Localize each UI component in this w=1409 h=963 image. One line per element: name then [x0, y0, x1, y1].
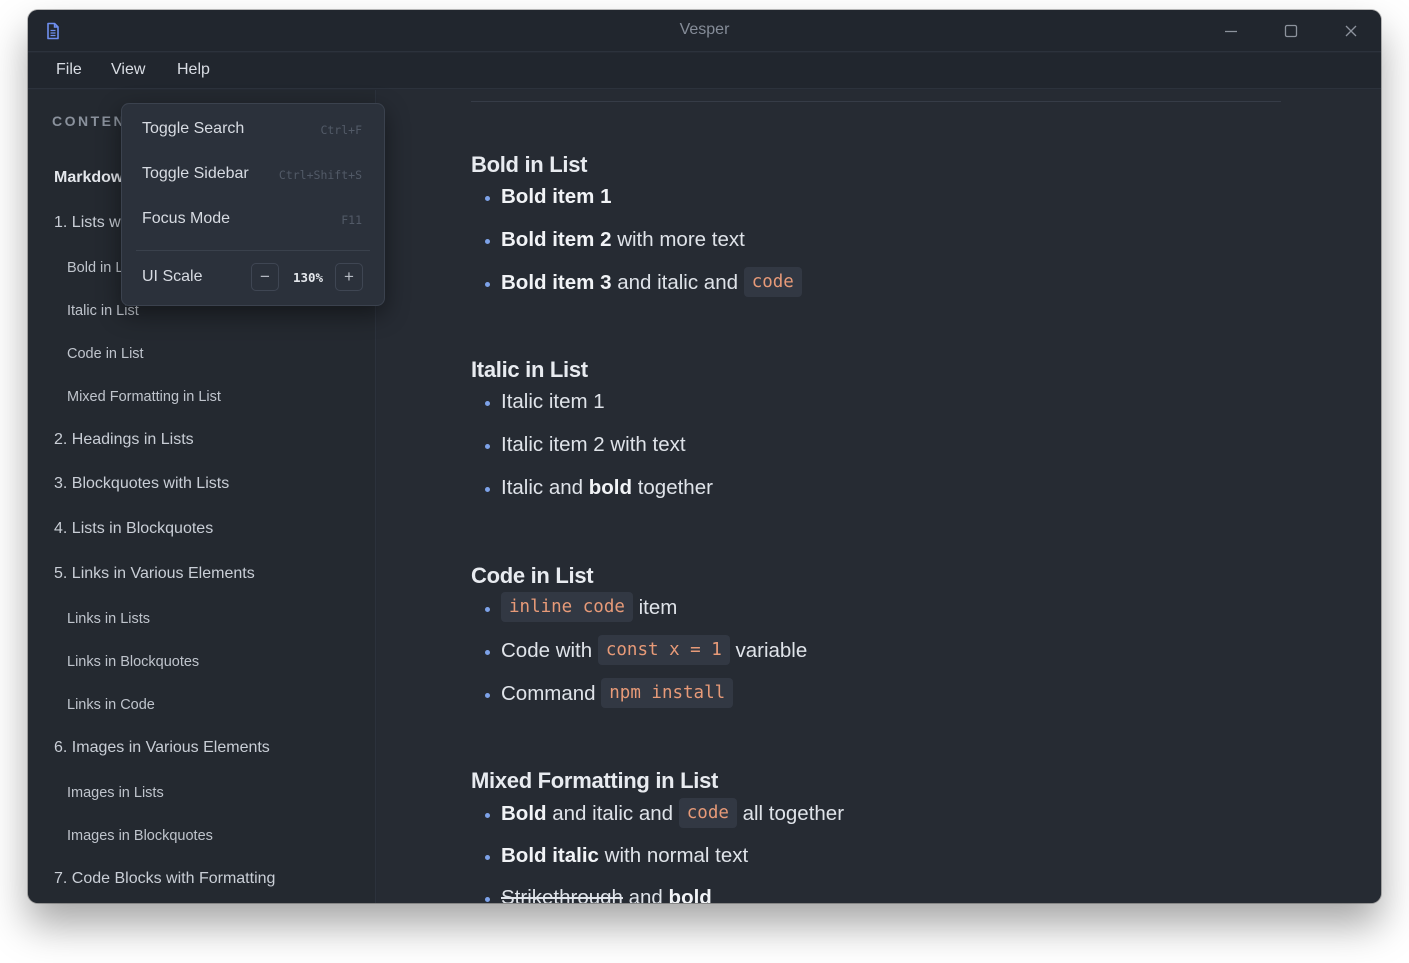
- list-item: Italic and bold together: [485, 471, 713, 505]
- list-item: Code with const x = 1 variable: [484, 634, 808, 668]
- list-item: Bold and italic and code all together: [484, 797, 845, 831]
- item-text: together: [632, 476, 713, 499]
- toc-item[interactable]: Links in Blockquotes: [67, 654, 199, 670]
- inline-code: inline code: [501, 591, 633, 622]
- item-text: Command: [501, 682, 602, 705]
- close-icon[interactable]: [1342, 22, 1360, 40]
- toc-item[interactable]: 7. Code Blocks with Formatting: [54, 870, 275, 888]
- item-text: and italic and: [611, 271, 744, 294]
- horizontal-rule: [471, 101, 1281, 102]
- menu-help[interactable]: Help: [177, 61, 210, 79]
- item-text: Italic item 1: [501, 390, 605, 413]
- bold-text: bold: [588, 476, 633, 499]
- item-text: with more text: [611, 228, 745, 251]
- toc-item[interactable]: Links in Code: [67, 697, 155, 713]
- section-heading: Mixed Formatting in List: [471, 768, 719, 793]
- ui-scale-decrease-button[interactable]: −: [251, 263, 279, 291]
- section-heading: Code in List: [471, 563, 594, 588]
- inline-code: npm install: [601, 677, 734, 708]
- item-text: and italic and: [546, 802, 679, 825]
- shortcut-hint: Ctrl+F: [320, 123, 362, 137]
- list-item: Italic item 1: [485, 385, 605, 419]
- menu-divider: [136, 250, 370, 251]
- item-text: Italic item 2 with text: [501, 433, 686, 456]
- view-menu-dropdown: Toggle Search Ctrl+F Toggle Sidebar Ctrl…: [121, 103, 385, 306]
- bold-text: Bold italic: [501, 844, 599, 867]
- strikethrough-text: Strikethrough: [501, 886, 623, 903]
- list-item: Bold item 3 and italic and code: [485, 266, 802, 300]
- menu-file[interactable]: File: [56, 61, 82, 79]
- bold-text: Bold item 3: [501, 271, 612, 294]
- inline-code: const x = 1: [597, 634, 730, 665]
- shortcut-hint: Ctrl+Shift+S: [278, 168, 362, 182]
- item-text: item: [632, 596, 678, 619]
- inline-code: code: [743, 266, 802, 297]
- bold-text: Bold: [501, 802, 547, 825]
- toc-item[interactable]: 2. Headings in Lists: [54, 431, 194, 449]
- ui-scale-value: 130%: [292, 270, 324, 285]
- toc-item[interactable]: 5. Links in Various Elements: [54, 565, 255, 583]
- minimize-icon[interactable]: [1222, 22, 1240, 40]
- item-text: variable: [729, 639, 808, 662]
- window-title: Vesper: [679, 21, 730, 38]
- toc-item[interactable]: Code in List: [67, 346, 144, 362]
- toc-item[interactable]: 3. Blockquotes with Lists: [54, 475, 229, 493]
- ui-scale-increase-button[interactable]: +: [335, 263, 363, 291]
- section-heading: Bold in List: [471, 152, 588, 177]
- ui-scale-label: UI Scale: [142, 268, 203, 285]
- document-content[interactable]: Bold in List Bold item 1 Bold item 2 wit…: [377, 90, 1381, 903]
- list-item: Italic item 2 with text: [485, 428, 686, 462]
- toc-item[interactable]: Mixed Formatting in List: [67, 389, 221, 405]
- item-text: with normal text: [598, 844, 749, 867]
- inline-code: code: [678, 797, 737, 828]
- menu-item-toggle-search[interactable]: Toggle Search Ctrl+F: [122, 111, 384, 149]
- item-text: and: [622, 886, 669, 903]
- menu-item-label: Toggle Search: [142, 120, 245, 137]
- menu-item-label: Focus Mode: [142, 210, 231, 227]
- bold-text: bold: [668, 886, 712, 903]
- list-item: Bold italic with normal text: [484, 839, 749, 873]
- menu-view[interactable]: View: [111, 61, 145, 79]
- menu-item-toggle-sidebar[interactable]: Toggle Sidebar Ctrl+Shift+S: [122, 156, 384, 194]
- list-item: Strikethrough and bold: [485, 881, 712, 903]
- item-text: Code with: [501, 639, 598, 662]
- section-heading: Italic in List: [471, 357, 588, 382]
- list-item: Bold item 1: [485, 180, 612, 214]
- bold-text: Bold item 2: [501, 228, 612, 251]
- toc-item[interactable]: Links in Lists: [67, 611, 150, 627]
- bold-text: Bold item 1: [501, 185, 612, 208]
- list-item: inline code item: [484, 591, 678, 625]
- list-item: Command npm install: [484, 677, 734, 711]
- toc-item[interactable]: Images in Lists: [67, 785, 164, 801]
- toc-item[interactable]: Images in Blockquotes: [67, 828, 213, 844]
- menu-item-focus-mode[interactable]: Focus Mode F11: [122, 201, 384, 239]
- item-text: Italic and: [501, 476, 589, 499]
- menu-bar: File View Help: [28, 53, 1381, 89]
- list-item: Bold item 2 with more text: [485, 223, 745, 257]
- shortcut-hint: F11: [341, 213, 362, 227]
- maximize-icon[interactable]: [1282, 22, 1300, 40]
- item-text: all together: [736, 802, 845, 825]
- toc-item[interactable]: 6. Images in Various Elements: [54, 739, 270, 757]
- toc-item[interactable]: 4. Lists in Blockquotes: [54, 520, 213, 538]
- titlebar[interactable]: Vesper: [28, 10, 1381, 52]
- menu-item-label: Toggle Sidebar: [142, 165, 249, 182]
